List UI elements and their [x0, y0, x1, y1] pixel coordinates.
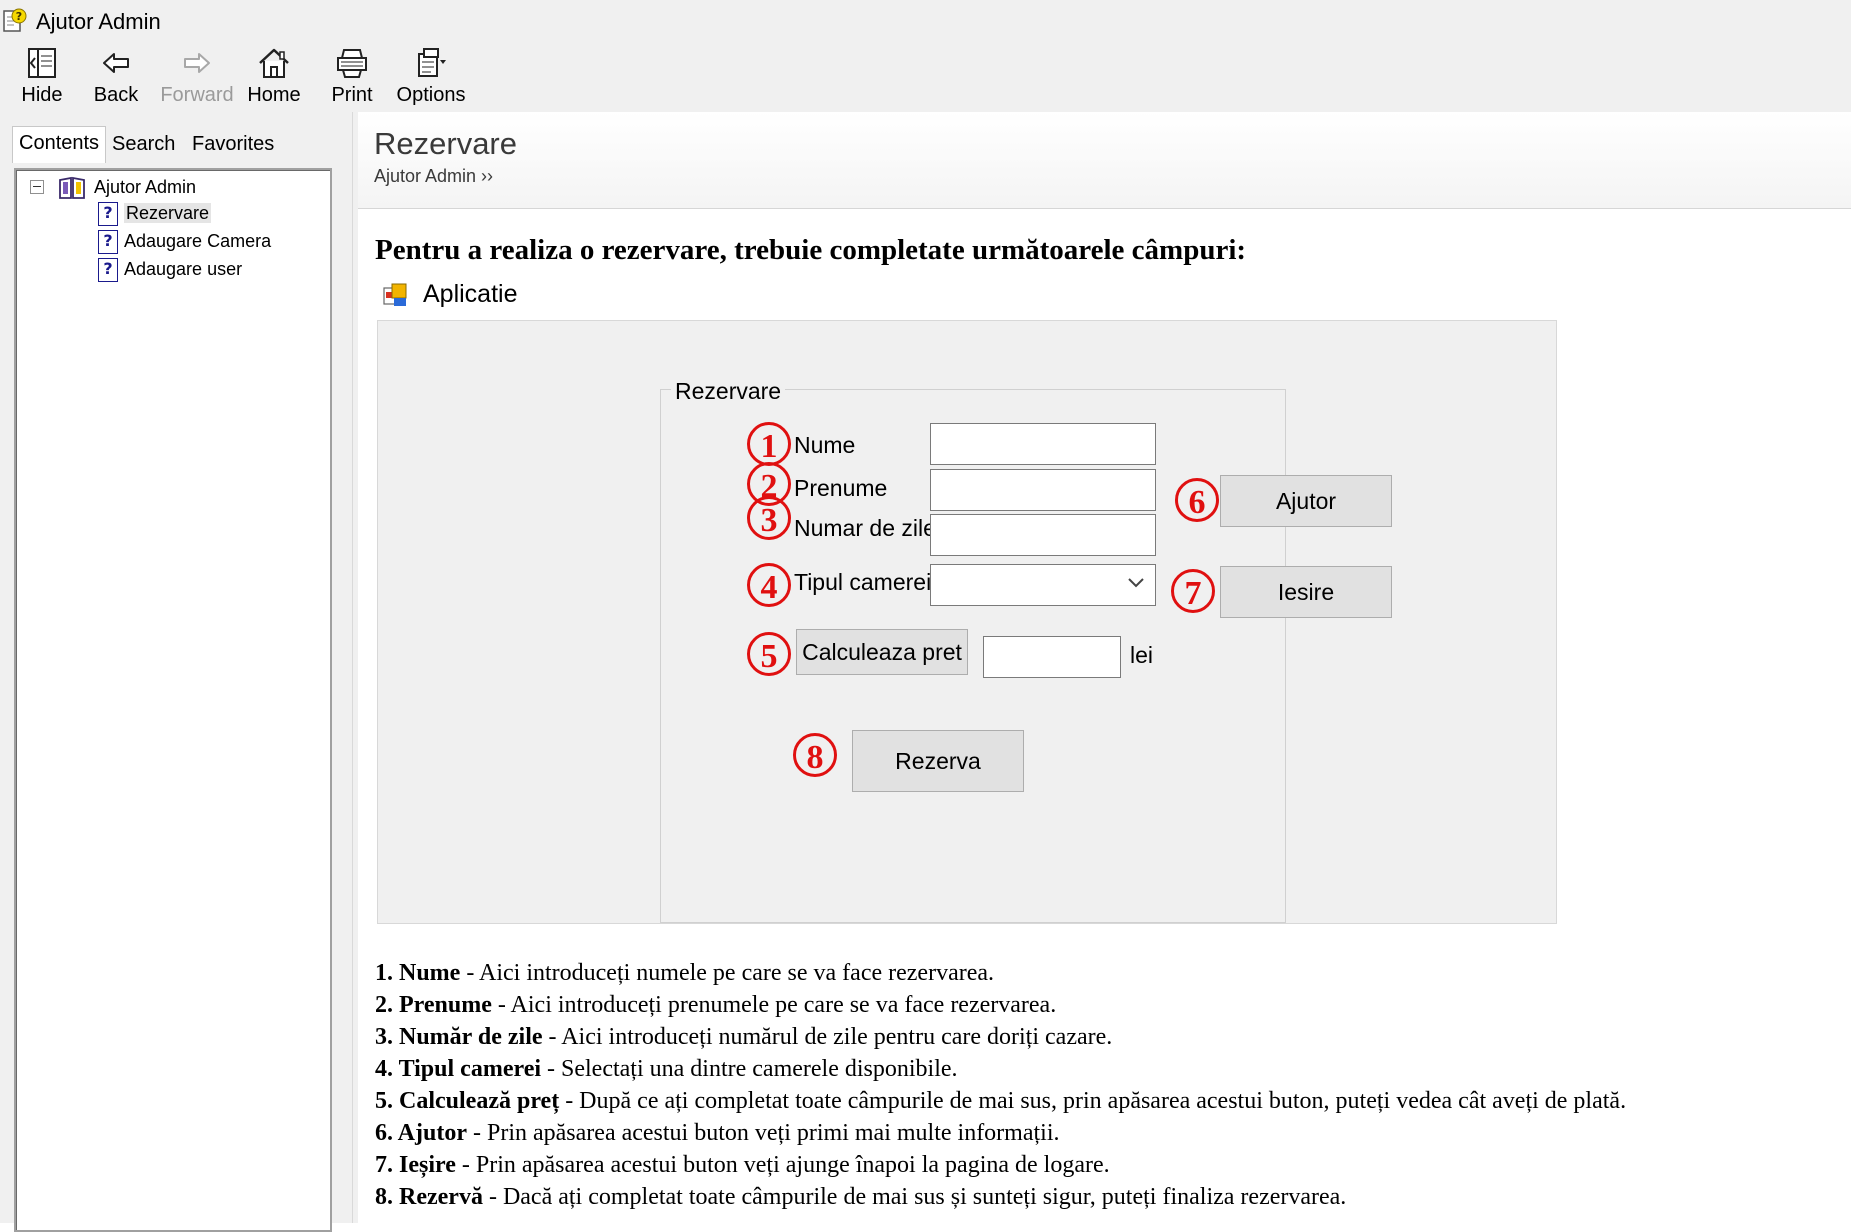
description-text: - Dacă ați completat toate câmpurile de … — [482, 1184, 1347, 1210]
screenshot-window-title: Aplicatie — [423, 280, 518, 308]
description-item: 2. Prenume - Aici introduceți prenumele … — [375, 992, 1851, 1019]
description-term: 8. Rezervă — [375, 1184, 483, 1210]
topic-header: Rezervare Ajutor Admin ›› — [358, 112, 1851, 209]
marker-5: 5 — [747, 632, 791, 676]
doc-heading: Pentru a realiza o rezervare, trebuie co… — [375, 234, 1247, 266]
tree-root-label: Ajutor Admin — [94, 177, 197, 197]
home-label: Home — [247, 84, 301, 106]
tree-item-label: Adaugare user — [124, 259, 243, 279]
description-item: 7. Ieșire - Prin apăsarea acestui buton … — [375, 1152, 1851, 1179]
title-bar: ? Ajutor Admin — [0, 0, 1851, 42]
options-label: Options — [396, 84, 466, 106]
help-app-icon: ? — [3, 8, 27, 32]
pret-field[interactable] — [983, 636, 1121, 678]
description-item: 3. Număr de zile - Aici introduceți numă… — [375, 1024, 1851, 1051]
forward-arrow-icon — [184, 53, 210, 73]
tree-item-adaugare-user[interactable]: ? Adaugare user — [98, 256, 243, 283]
back-button[interactable]: Back — [88, 46, 144, 110]
tab-contents[interactable]: Contents — [12, 126, 107, 163]
hide-label: Hide — [21, 84, 63, 106]
description-text: - Aici introduceți numele pe care se va … — [460, 960, 995, 986]
printer-icon — [337, 49, 367, 78]
lei-label: lei — [1130, 642, 1154, 668]
marker-8: 8 — [793, 733, 837, 777]
tree-item-label: Rezervare — [124, 203, 212, 223]
contents-tree: Ajutor Admin ? Rezervare ? Adaugare Camera… — [14, 168, 332, 1232]
forward-button[interactable]: Forward — [160, 46, 234, 110]
marker-7: 7 — [1171, 569, 1215, 613]
marker-6: 6 — [1175, 478, 1219, 522]
help-topic-icon: ? — [98, 202, 118, 227]
ajutor-button[interactable]: Ajutor — [1220, 475, 1392, 527]
prenume-label: Prenume — [794, 475, 888, 501]
topic-content: Rezervare Ajutor Admin ›› Pentru a reali… — [358, 112, 1851, 1223]
page-title: Rezervare — [374, 126, 517, 161]
prenume-field[interactable] — [930, 469, 1156, 511]
nume-field[interactable] — [930, 423, 1156, 465]
description-term: 4. Tipul camerei — [375, 1056, 542, 1082]
options-icon — [418, 48, 446, 77]
svg-text:?: ? — [16, 10, 22, 23]
application-icon — [383, 283, 407, 306]
description-text: - Selectați una dintre camerele disponib… — [541, 1056, 958, 1082]
open-book-icon — [59, 177, 85, 200]
description-term: 6. Ajutor — [375, 1120, 467, 1146]
help-topic-icon: ? — [98, 258, 118, 283]
description-term: 2. Prenume — [375, 992, 492, 1018]
tip-camera-select[interactable] — [930, 564, 1156, 606]
description-item: 6. Ajutor - Prin apăsarea acestui buton … — [375, 1120, 1851, 1147]
marker-1: 1 — [747, 422, 791, 466]
navigation-pane: Contents Search Favorites Ajutor Admin ?… — [0, 112, 352, 1232]
tree-item-root[interactable]: Ajutor Admin — [58, 174, 196, 200]
options-button[interactable]: Options — [396, 46, 466, 110]
zile-field[interactable] — [930, 514, 1156, 556]
description-text: - Aici introduceți numărul de zile pentr… — [542, 1024, 1113, 1050]
chevron-down-icon — [1128, 578, 1144, 588]
description-item: 5. Calculează preț - După ce ați complet… — [375, 1088, 1851, 1115]
toolbar: Hide Back Forward Home Print Options — [0, 42, 1851, 112]
tree-collapse-toggle[interactable] — [30, 180, 44, 194]
description-item: 8. Rezervă - Dacă ați completat toate câ… — [375, 1184, 1851, 1211]
tip-camera-label: Tipul camerei — [794, 569, 932, 595]
tree-item-rezervare[interactable]: ? Rezervare — [98, 200, 212, 227]
description-term: 1. Nume — [375, 960, 461, 986]
groupbox-label: Rezervare — [671, 378, 786, 405]
screenshot-form: Rezervare 1 2 3 4 5 6 7 8 Nume Prenume N… — [377, 320, 1557, 924]
hide-button[interactable]: Hide — [14, 46, 70, 110]
description-term: 7. Ieșire — [375, 1152, 456, 1178]
calculeaza-pret-button[interactable]: Calculeaza pret — [796, 629, 968, 675]
help-topic-icon: ? — [98, 230, 118, 255]
marker-3: 3 — [747, 496, 791, 540]
tab-favorites[interactable]: Favorites — [186, 128, 280, 160]
rezerva-button[interactable]: Rezerva — [852, 730, 1024, 792]
description-item: 4. Tipul camerei - Selectați una dintre … — [375, 1056, 1851, 1083]
nume-label: Nume — [794, 432, 856, 458]
description-term: 3. Număr de zile — [375, 1024, 543, 1050]
print-label: Print — [331, 84, 373, 106]
back-label: Back — [93, 84, 139, 106]
description-text: - Aici introduceți prenumele pe care se … — [491, 992, 1057, 1018]
tree-item-label: Adaugare Camera — [124, 231, 272, 251]
tab-search[interactable]: Search — [106, 128, 181, 160]
hide-icon — [28, 48, 56, 78]
home-button[interactable]: Home — [246, 46, 302, 110]
description-term: 5. Calculează preț — [375, 1088, 560, 1114]
description-text: - Prin apăsarea acestui buton veți ajung… — [455, 1152, 1110, 1178]
iesire-button[interactable]: Iesire — [1220, 566, 1392, 618]
tree-item-adaugare-camera[interactable]: ? Adaugare Camera — [98, 228, 272, 255]
description-text: - Prin apăsarea acestui buton veți primi… — [467, 1120, 1060, 1146]
back-arrow-icon — [103, 53, 129, 73]
description-item: 1. Nume - Aici introduceți numele pe car… — [375, 960, 1851, 987]
home-icon — [259, 48, 289, 78]
marker-4: 4 — [747, 563, 791, 607]
description-text: - După ce ați completat toate câmpurile … — [559, 1088, 1627, 1114]
print-button[interactable]: Print — [326, 46, 378, 110]
forward-label: Forward — [160, 84, 234, 106]
window-title: Ajutor Admin — [36, 9, 161, 34]
breadcrumb[interactable]: Ajutor Admin ›› — [374, 166, 493, 187]
zile-label: Numar de zile — [794, 515, 936, 541]
